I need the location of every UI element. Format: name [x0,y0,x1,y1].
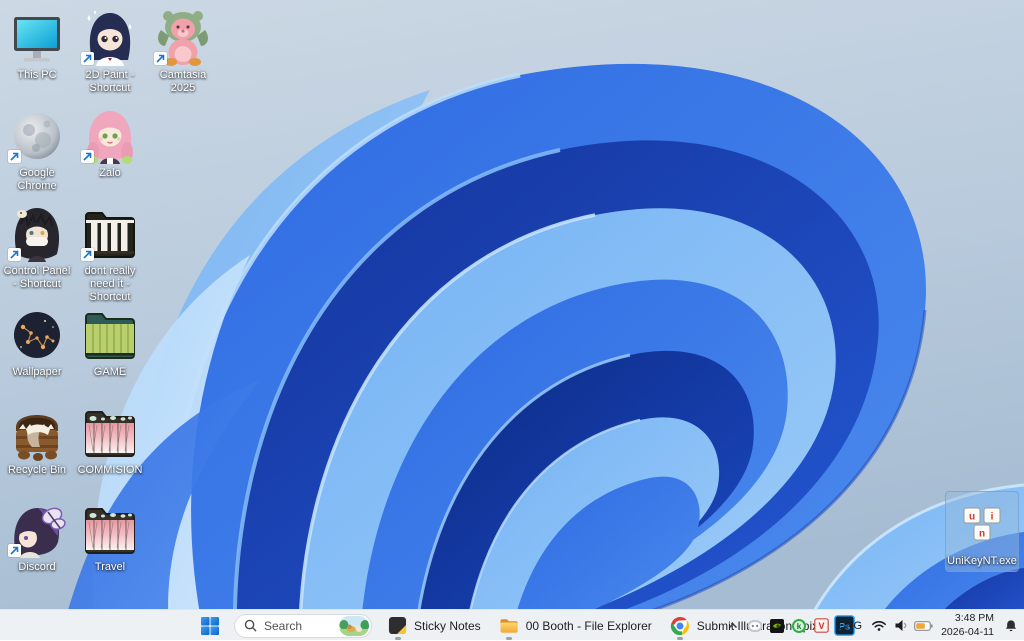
desktop-icon-2d-paint[interactable]: 2D Paint - Shortcut [74,6,146,98]
desktop-icon-game[interactable]: GAME [74,303,146,382]
desktop-icon-label: Control Panel - Shortcut [3,265,71,290]
shortcut-arrow-icon [81,52,94,65]
key-letter-n: n [979,529,985,540]
pink-teddy-bear-icon [147,8,219,66]
unikey-keycaps-icon: u i n [946,494,1018,552]
clock[interactable]: 3:48 PM 2026-04-11 [935,612,999,639]
key-letter-u: u [969,512,975,523]
moon-icon [1,106,73,164]
green-folder-icon [74,305,146,363]
constellation-icon [1,305,73,363]
striped-black-folder-icon [74,204,146,262]
desktop-icon-label: dont really need it - Shortcut [84,265,136,303]
desktop-icon-google-chrome[interactable]: Google Chrome [1,104,73,196]
desktop-icon-zalo[interactable]: Zalo [74,104,146,183]
desktop: This PC 2D Paint - Shortcut Camtasia 202… [0,0,1024,640]
sticky-notes-icon [388,616,407,635]
clock-time: 3:48 PM [954,611,994,624]
desktop-icon-this-pc[interactable]: This PC [1,6,73,85]
search-icon [244,619,257,632]
search-box[interactable]: Search [234,613,372,638]
windows-logo-icon [201,616,219,635]
volume-icon[interactable] [891,615,911,637]
desktop-icon-label: Wallpaper [12,366,62,378]
desktop-icon-commision[interactable]: COMMISION [74,401,146,480]
tray-discord-icon[interactable] [745,615,765,637]
butterfly-pattern-folder-icon [74,403,146,461]
battery-icon[interactable] [913,615,933,637]
wifi-icon[interactable] [869,615,889,637]
shortcut-arrow-icon [8,544,21,557]
file-explorer-folder-icon [500,618,518,633]
search-placeholder: Search [264,618,303,633]
desktop-icon-label: 2D Paint - Shortcut [85,69,135,94]
this-pc-monitor-icon [1,8,73,66]
anime-boy-obanai-icon [1,204,73,262]
desktop-icon-wallpaper[interactable]: Wallpaper [1,303,73,382]
shortcut-arrow-icon [81,150,94,163]
tray-chevron-up-icon[interactable] [723,615,743,637]
chrome-icon [671,616,690,635]
taskbar-app-label: 00 Booth - File Explorer [525,618,652,633]
desktop-icon-travel[interactable]: Travel [74,498,146,577]
treasure-chest-icon [1,403,73,461]
desktop-icon-label: UniKeyNT.exe [947,555,1017,567]
taskbar-app-sticky-notes[interactable]: Sticky Notes [380,613,488,640]
search-highlight-image[interactable] [339,615,369,636]
language-indicator[interactable]: ENG [833,620,867,632]
anime-girl-mitsuri-icon [74,106,146,164]
shortcut-arrow-icon [81,248,94,261]
desktop-icon-recycle-bin[interactable]: Recycle Bin [1,401,73,480]
desktop-icon-camtasia[interactable]: Camtasia 2025 [147,6,219,98]
shortcut-arrow-icon [8,150,21,163]
desktop-icon-label: Travel [94,561,126,573]
butterfly-pattern-folder-icon [74,500,146,558]
anime-girl-shinobu-icon [1,500,73,558]
start-button[interactable] [197,613,223,639]
tray-nvidia-icon[interactable] [767,615,787,637]
desktop-icon-unikey[interactable]: u i n UniKeyNT.exe [945,491,1019,572]
desktop-icon-label: Camtasia 2025 [159,69,207,94]
unikey-v-letter: V [818,621,824,631]
tray-unikey-v-icon[interactable]: V [811,615,831,637]
taskbar-app-file-explorer[interactable]: 00 Booth - File Explorer [492,613,659,640]
desktop-icon-label: Discord [18,561,56,573]
desktop-icon-label: GAME [93,366,127,378]
desktop-icon-dont-really-need-it[interactable]: dont really need it - Shortcut [74,202,146,307]
desktop-icon-label: Google Chrome [17,167,57,192]
desktop-icon-label: Recycle Bin [7,464,67,476]
key-letter-i: i [991,512,994,523]
shortcut-arrow-icon [8,248,21,261]
anime-girl-komi-icon [74,8,146,66]
taskbar-app-label: Sticky Notes [414,618,481,633]
notification-bell-icon[interactable] [1001,615,1021,637]
desktop-icon-label: Zalo [99,167,121,179]
desktop-icon-control-panel[interactable]: Control Panel - Shortcut [1,202,73,294]
k-app-letter: k [797,621,802,631]
clock-date: 2026-04-11 [941,625,994,638]
shortcut-arrow-icon [154,52,167,65]
taskbar: Search Sticky Notes 00 Booth - File Expl… [0,609,1024,640]
desktop-icon-discord[interactable]: Discord [1,498,73,577]
tray-k-app-icon[interactable]: k [789,615,809,637]
desktop-icon-label: COMMISION [77,464,143,476]
desktop-icon-label: This PC [17,69,57,81]
